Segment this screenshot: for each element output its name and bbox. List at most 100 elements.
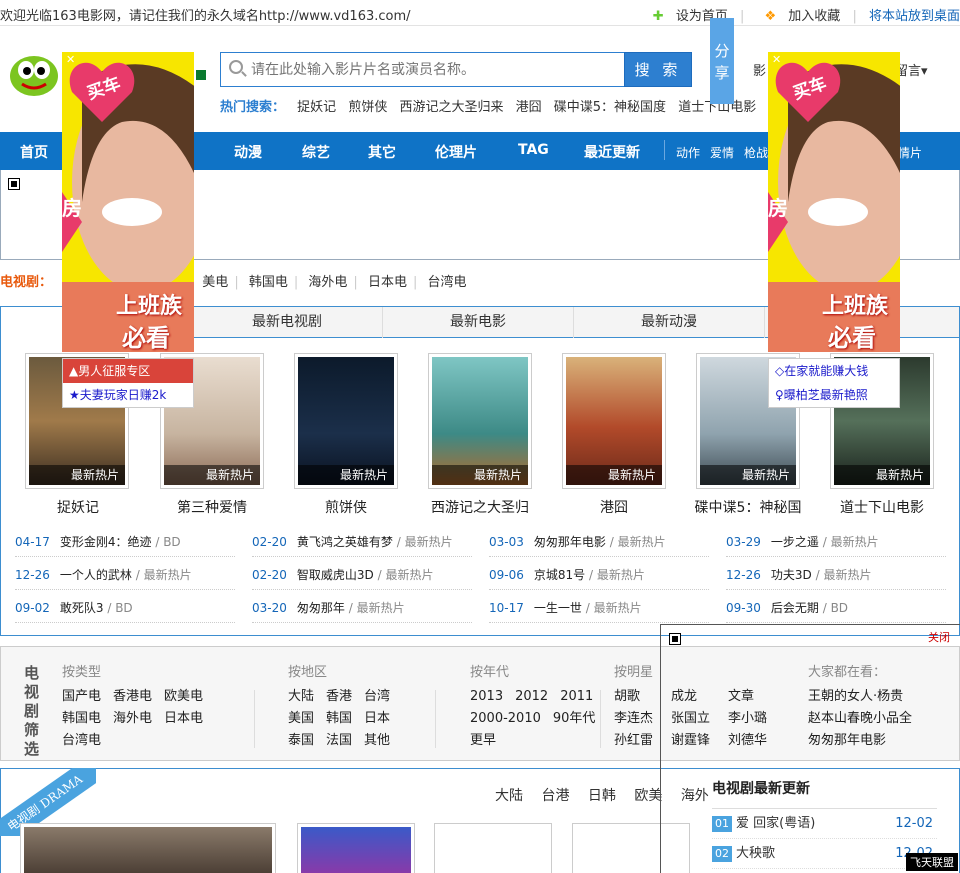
filter-option[interactable]: 台湾电: [62, 730, 101, 752]
tab-latest-anime[interactable]: 最新动漫: [574, 307, 765, 338]
nav-variety[interactable]: 综艺: [302, 142, 330, 162]
poster-title[interactable]: 西游记之大圣归: [415, 497, 545, 517]
tv-category[interactable]: 海外电: [308, 275, 347, 290]
list-item[interactable]: 12-26 一个人的武林 / 最新热片: [15, 560, 235, 590]
nav-recent[interactable]: 最近更新: [584, 142, 640, 162]
filter-option[interactable]: 2013: [470, 686, 503, 708]
movie-poster[interactable]: 最新热片: [428, 353, 532, 489]
filter-option[interactable]: 90年代: [553, 708, 596, 730]
search-box[interactable]: [220, 52, 625, 87]
nav-other[interactable]: 其它: [368, 142, 396, 162]
filter-option[interactable]: 大陆: [288, 686, 314, 708]
item-title[interactable]: 一个人的武林: [60, 568, 132, 582]
add-favorite-link[interactable]: ❖ 加入收藏: [757, 9, 841, 24]
list-item[interactable]: 02-20 智取威虎山3D / 最新热片: [252, 560, 472, 590]
filter-option[interactable]: 日本: [364, 708, 390, 730]
tab-latest-movie[interactable]: 最新电影: [383, 307, 574, 338]
region-link[interactable]: 台港: [541, 788, 569, 804]
list-item[interactable]: 09-06 京城81号 / 最新热片: [489, 560, 709, 590]
drama-poster[interactable]: [297, 823, 415, 873]
nav-genre-action[interactable]: 动作: [676, 144, 700, 161]
filter-option[interactable]: 韩国电: [62, 708, 101, 730]
item-title[interactable]: 一生一世: [534, 601, 582, 615]
filter-option[interactable]: 美国: [288, 708, 314, 730]
list-item[interactable]: 03-29 一步之遥 / 最新热片: [726, 527, 946, 557]
item-title[interactable]: 后会无期: [771, 601, 819, 615]
poster-title[interactable]: 煎饼侠: [281, 497, 411, 517]
region-link[interactable]: 欧美: [634, 788, 662, 804]
list-item[interactable]: 04-17 变形金刚4：绝迹 / BD: [15, 527, 235, 557]
hot-search-item[interactable]: 捉妖记: [297, 100, 336, 115]
nav-genre-extra[interactable]: 情片: [898, 144, 922, 161]
list-item[interactable]: 12-26 功夫3D / 最新热片: [726, 560, 946, 590]
item-title[interactable]: 智取威虎山3D: [297, 568, 374, 582]
list-item[interactable]: 03-03 匆匆那年电影 / 最新热片: [489, 527, 709, 557]
nav-home[interactable]: 首页: [20, 142, 48, 162]
item-title[interactable]: 敢死队3: [60, 601, 104, 615]
filter-option[interactable]: 孙红雷: [614, 730, 659, 752]
nav-ethics[interactable]: 伦理片: [435, 142, 477, 162]
filter-option[interactable]: 韩国: [326, 708, 352, 730]
nav-anime[interactable]: 动漫: [234, 142, 262, 162]
item-title[interactable]: 匆匆那年电影: [534, 535, 606, 549]
nav-genre-gunfight[interactable]: 枪战: [744, 144, 768, 161]
share-button[interactable]: 分享: [710, 18, 734, 104]
filter-option[interactable]: 其他: [364, 730, 390, 752]
item-title[interactable]: 功夫3D: [771, 568, 812, 582]
search-input[interactable]: [221, 53, 625, 86]
item-title[interactable]: 变形金刚4：绝迹: [60, 535, 152, 549]
filter-option[interactable]: 海外电: [113, 708, 152, 730]
item-title[interactable]: 匆匆那年: [297, 601, 345, 615]
hot-search-item[interactable]: 港囧: [516, 100, 542, 115]
desktop-link[interactable]: 将本站放到桌面: [869, 9, 960, 24]
filter-option[interactable]: 日本电: [164, 708, 203, 730]
hot-search-item[interactable]: 西游记之大圣归来: [399, 100, 503, 115]
list-item[interactable]: 03-20 匆匆那年 / 最新热片: [252, 593, 472, 623]
movie-poster[interactable]: 最新热片: [294, 353, 398, 489]
nav-tag[interactable]: TAG: [518, 142, 549, 158]
tv-category[interactable]: 韩国电: [249, 275, 288, 290]
poster-title[interactable]: 道士下山电影: [817, 497, 947, 517]
ad-menu-item[interactable]: ▲男人征服专区: [63, 359, 193, 383]
filter-option[interactable]: 国产电: [62, 686, 101, 708]
ad-menu-item[interactable]: ★夫妻玩家日赚2k: [63, 383, 193, 407]
close-icon[interactable]: ✕: [772, 54, 784, 66]
close-icon[interactable]: ✕: [66, 54, 78, 66]
filter-option[interactable]: 2012: [515, 686, 548, 708]
filter-option[interactable]: 泰国: [288, 730, 314, 752]
right-ad-banner[interactable]: ✕ 买车 房 上班族 必看: [768, 52, 900, 352]
header-link[interactable]: 影: [753, 60, 766, 79]
item-title[interactable]: 一步之遥: [771, 535, 819, 549]
filter-option[interactable]: 香港电: [113, 686, 152, 708]
hot-search-item[interactable]: 煎饼侠: [348, 100, 387, 115]
search-button[interactable]: 搜 索: [624, 52, 692, 87]
tv-category[interactable]: 美电: [202, 275, 228, 290]
poster-title[interactable]: 捉妖记: [13, 497, 143, 517]
filter-option[interactable]: 香港: [326, 686, 352, 708]
ad-menu-item[interactable]: ◇在家就能赚大钱: [769, 359, 899, 383]
poster-title[interactable]: 碟中谍5：神秘国: [683, 497, 813, 517]
hot-search-item[interactable]: 碟中谍5：神秘国度: [554, 100, 666, 115]
filter-option[interactable]: 更早: [470, 730, 496, 752]
close-ad-button[interactable]: 关闭: [928, 629, 950, 645]
list-item[interactable]: 02-20 黄飞鸿之英雄有梦 / 最新热片: [252, 527, 472, 557]
filter-option[interactable]: 欧美电: [164, 686, 203, 708]
filter-option[interactable]: 2011: [560, 686, 593, 708]
tab-latest-tv[interactable]: 最新电视剧: [192, 307, 383, 338]
poster-title[interactable]: 港囧: [549, 497, 679, 517]
list-item[interactable]: 10-17 一生一世 / 最新热片: [489, 593, 709, 623]
tv-category[interactable]: 日本电: [368, 275, 407, 290]
filter-option[interactable]: 李连杰: [614, 708, 659, 730]
item-title[interactable]: 京城81号: [534, 568, 585, 582]
tv-category[interactable]: 台湾电: [427, 275, 466, 290]
left-ad-banner[interactable]: ✕ 买车 房 上班族 必看: [62, 52, 194, 352]
region-link[interactable]: 大陆: [495, 788, 523, 804]
drama-poster[interactable]: [434, 823, 552, 873]
drama-poster[interactable]: [20, 823, 276, 873]
movie-poster[interactable]: 最新热片: [562, 353, 666, 489]
filter-option[interactable]: 胡歌: [614, 686, 659, 708]
region-link[interactable]: 日韩: [588, 788, 616, 804]
poster-title[interactable]: 第三种爱情: [147, 497, 277, 517]
filter-option[interactable]: 2000-2010: [470, 708, 541, 730]
list-item[interactable]: 09-30 后会无期 / BD: [726, 593, 946, 623]
